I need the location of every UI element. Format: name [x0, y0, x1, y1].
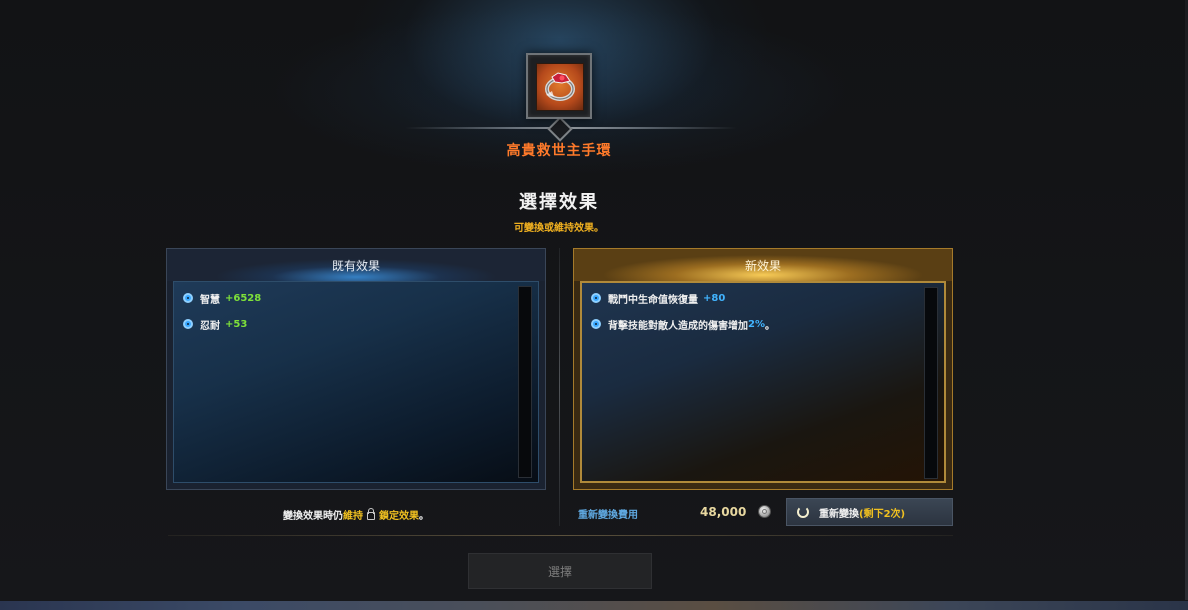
bracelet-icon: [536, 63, 584, 111]
effect-label: 背擊技能對敵人造成的傷害增加: [608, 320, 748, 332]
existing-effects-header: 既有效果: [167, 249, 545, 281]
effect-value: 2%: [748, 318, 765, 330]
scrollbar[interactable]: [518, 286, 532, 478]
panel-divider: [559, 248, 560, 526]
effect-value: +53: [225, 318, 248, 330]
lock-note: 變換效果時仍維持 鎖定效果。: [166, 507, 546, 522]
effect-value: +80: [703, 292, 726, 304]
background-strip: [0, 601, 1188, 610]
reroll-cost-value: 48,000: [700, 505, 747, 519]
effect-row: 戰鬥中生命值恢復量 +80: [591, 290, 725, 306]
ornament-diamond: [547, 116, 573, 142]
effect-gem-icon: [591, 293, 601, 303]
lock-note-text: 變換效果時仍: [283, 511, 343, 522]
existing-effects-panel[interactable]: 既有效果 智慧 +6528 忍耐 +53: [166, 248, 546, 490]
select-button-label: 選擇: [547, 564, 572, 579]
new-effects-title: 新效果: [744, 258, 781, 273]
reroll-label: 重新變換: [819, 508, 859, 520]
new-effects-list: 戰鬥中生命值恢復量 +80 背擊技能對敵人造成的傷害增加 2%。: [580, 281, 946, 483]
effect-row: 背擊技能對敵人造成的傷害增加 2%。: [591, 316, 775, 332]
effect-row: 智慧 +6528: [183, 290, 261, 306]
effect-gem-icon: [591, 319, 601, 329]
scrollbar[interactable]: [924, 287, 938, 479]
effect-gem-icon: [183, 293, 193, 303]
reroll-button[interactable]: 重新變換 (剩下2次): [786, 498, 953, 526]
refresh-icon: [797, 506, 809, 518]
select-button[interactable]: 選擇: [468, 553, 652, 589]
effect-label: 智慧: [200, 294, 220, 306]
lock-note-end: 。: [419, 511, 429, 522]
lock-note-locked: 鎖定效果: [379, 511, 419, 522]
new-effects-header: 新效果: [574, 249, 952, 281]
page-subtitle: 可變換或維持效果。: [514, 223, 604, 234]
item-name: 高貴救世主手環: [506, 143, 612, 159]
reroll-remaining: (剩下2次): [859, 508, 906, 520]
effect-label: 戰鬥中生命值恢復量: [608, 294, 698, 306]
footer-divider: [168, 535, 953, 536]
effect-value: +6528: [225, 292, 262, 304]
lock-icon: [367, 508, 375, 520]
new-effects-panel[interactable]: 新效果 戰鬥中生命值恢復量 +80 背擊技能對敵人造成的傷害增加 2%。: [573, 248, 953, 490]
effect-row: 忍耐 +53: [183, 316, 247, 332]
silver-coin-icon: [758, 505, 771, 518]
existing-effects-list: 智慧 +6528 忍耐 +53: [173, 281, 539, 483]
page-title: 選擇效果: [519, 192, 599, 213]
effect-gem-icon: [183, 319, 193, 329]
lock-note-keep: 維持: [343, 511, 363, 522]
effect-label-suffix: 。: [764, 320, 775, 332]
effect-selection-screen: 高貴救世主手環 選擇效果 可變換或維持效果。 既有效果 智慧 +6528 忍耐 …: [0, 0, 1188, 610]
reroll-cost-label: 重新變換費用: [578, 510, 638, 521]
effect-label: 忍耐: [200, 320, 220, 332]
existing-effects-title: 既有效果: [331, 258, 380, 273]
item-slot: [526, 53, 592, 119]
